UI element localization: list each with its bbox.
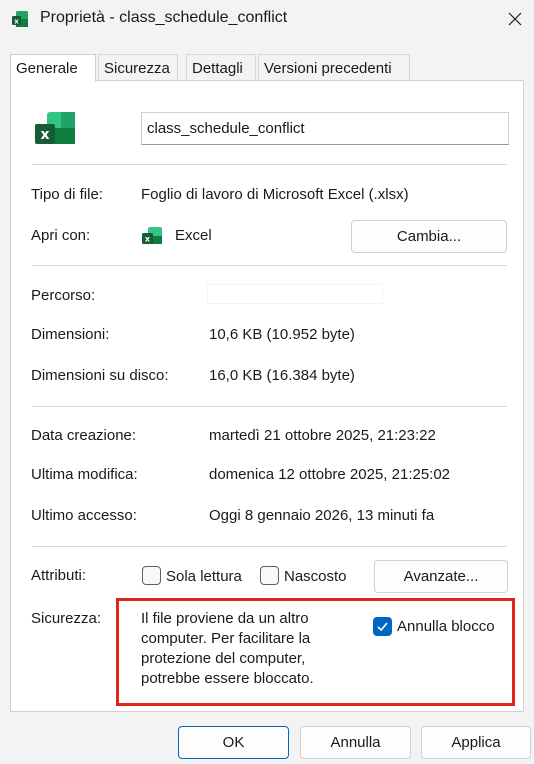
location-value	[207, 284, 383, 304]
hidden-checkbox[interactable]	[260, 566, 279, 585]
security-message: Il file proviene da un altro computer. P…	[141, 610, 314, 687]
accessed-value: Oggi 8 gennaio 2026, 13 minuti fa	[209, 507, 435, 524]
readonly-label: Sola lettura	[166, 568, 242, 585]
modified-label: Ultima modifica:	[31, 466, 138, 483]
tab-generale[interactable]: Generale	[10, 54, 96, 82]
file-type-label: Tipo di file:	[31, 186, 103, 203]
excel-icon: x	[12, 11, 28, 27]
change-button[interactable]: Cambia...	[351, 220, 507, 253]
excel-icon: x	[35, 112, 75, 144]
svg-text:x: x	[145, 235, 151, 244]
created-value: martedì 21 ottobre 2025, 21:23:22	[209, 427, 436, 444]
svg-text:x: x	[40, 127, 49, 143]
size-on-disk-value: 16,0 KB (16.384 byte)	[209, 367, 355, 384]
svg-text:x: x	[14, 18, 19, 26]
tab-versioni-precedenti[interactable]: Versioni precedenti	[258, 54, 410, 81]
excel-icon: x	[142, 227, 162, 244]
ok-button[interactable]: OK	[178, 726, 289, 759]
cancel-button[interactable]: Annulla	[300, 726, 411, 759]
checkmark-icon	[377, 622, 388, 632]
size-value: 10,6 KB (10.952 byte)	[209, 326, 355, 343]
file-name-input[interactable]	[141, 112, 509, 145]
close-button[interactable]	[496, 0, 534, 38]
location-label: Percorso:	[31, 287, 96, 304]
apply-button[interactable]: Applica	[421, 726, 531, 759]
divider	[32, 265, 507, 266]
unblock-checkbox[interactable]	[373, 617, 392, 636]
title-bar: x Proprietà - class_schedule_conflict	[0, 0, 534, 40]
divider	[32, 546, 507, 547]
divider	[32, 406, 507, 407]
attributes-label: Attributi:	[31, 567, 87, 584]
security-label: Sicurezza:	[31, 610, 102, 627]
advanced-button[interactable]: Avanzate...	[374, 560, 508, 593]
divider	[32, 164, 507, 165]
file-type-value: Foglio di lavoro di Microsoft Excel (.xl…	[141, 186, 409, 203]
size-on-disk-label: Dimensioni su disco:	[31, 367, 169, 384]
open-with-label: Apri con:	[31, 227, 91, 244]
open-with-app: Excel	[175, 227, 212, 244]
tab-dettagli[interactable]: Dettagli	[186, 54, 256, 81]
readonly-checkbox[interactable]	[142, 566, 161, 585]
created-label: Data creazione:	[31, 427, 137, 444]
tab-sicurezza[interactable]: Sicurezza	[98, 54, 178, 81]
modified-value: domenica 12 ottobre 2025, 21:25:02	[209, 466, 451, 483]
window-title: Proprietà - class_schedule_conflict	[40, 9, 288, 26]
size-label: Dimensioni:	[31, 326, 110, 343]
close-icon	[508, 12, 522, 26]
unblock-label: Annulla blocco	[397, 618, 495, 635]
accessed-label: Ultimo accesso:	[31, 507, 137, 524]
hidden-label: Nascosto	[284, 568, 347, 585]
